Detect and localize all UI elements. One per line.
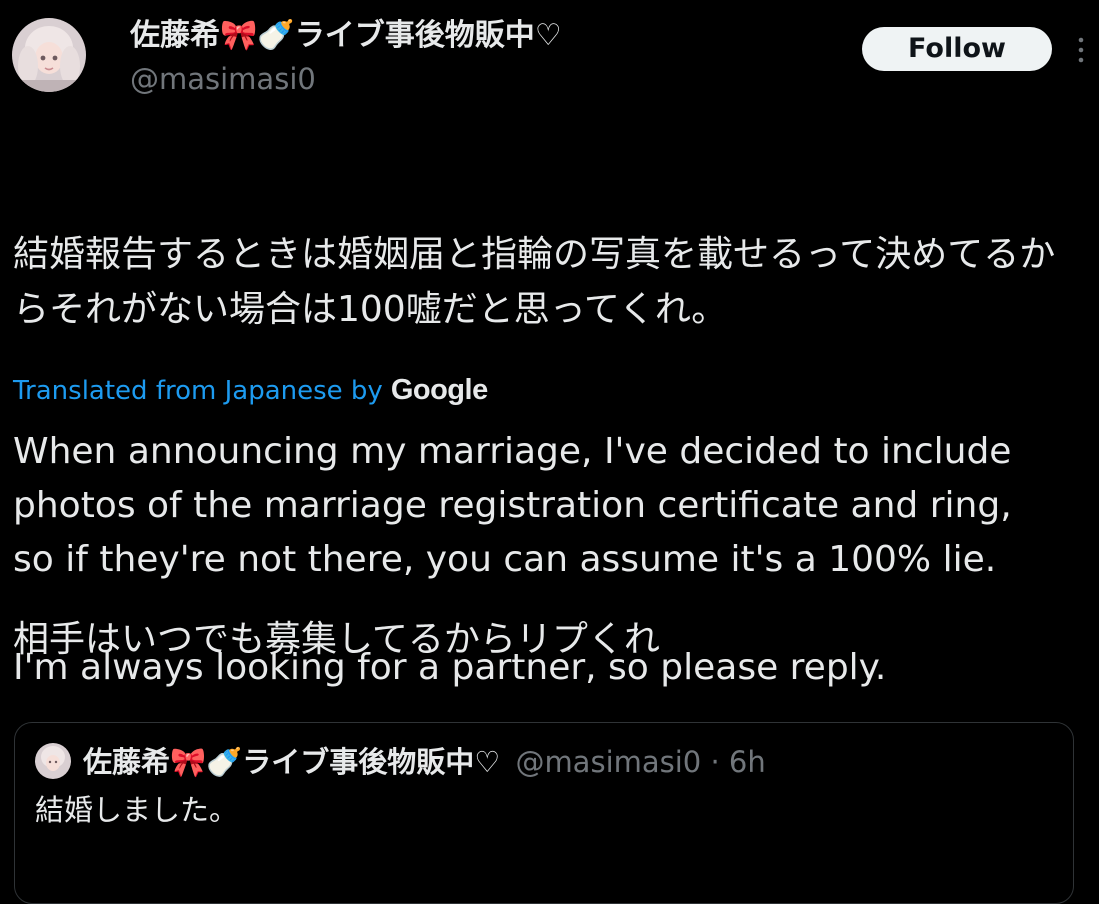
quoted-author-name: 佐藤希🎀🍼ライブ事後物販中♡	[83, 745, 501, 779]
follow-button[interactable]: Follow	[862, 27, 1052, 71]
translation-line: photos of the marriage registration cert…	[13, 485, 1012, 526]
translation-line: When announcing my marriage, I've decide…	[13, 431, 1012, 472]
translation-line: so if they're not there, you can assume …	[13, 539, 997, 580]
quoted-post-text: 結婚しました。	[35, 793, 239, 827]
more-vertical-icon[interactable]	[1072, 30, 1090, 70]
translation-notice: Translated from Japanese by Google	[13, 368, 488, 412]
translated-from-link[interactable]: Translated from Japanese by	[13, 376, 383, 406]
quoted-author-avatar	[35, 743, 71, 779]
translated-text: When announcing my marriage, I've decide…	[13, 425, 1088, 695]
quoted-post-card[interactable]: 佐藤希🎀🍼ライブ事後物販中♡ @masimasi0 · 6h 結婚しました。	[14, 722, 1074, 904]
google-logo: Google	[390, 374, 488, 406]
author-avatar[interactable]	[12, 18, 86, 92]
translation-line: I'm always looking for a partner, so ple…	[13, 647, 887, 688]
author-handle[interactable]: @masimasi0	[130, 60, 316, 98]
post-paragraph: 結婚報告するときは婚姻届と指輪の写真を載せるって決めてるからそれがない場合は10…	[13, 234, 1056, 330]
author-display-name[interactable]: 佐藤希🎀🍼ライブ事後物販中♡	[130, 16, 562, 56]
quoted-post-header: 佐藤希🎀🍼ライブ事後物販中♡ @masimasi0 · 6h	[83, 741, 766, 783]
quoted-author-meta: @masimasi0 · 6h	[515, 745, 766, 779]
avatar-image	[12, 18, 86, 92]
